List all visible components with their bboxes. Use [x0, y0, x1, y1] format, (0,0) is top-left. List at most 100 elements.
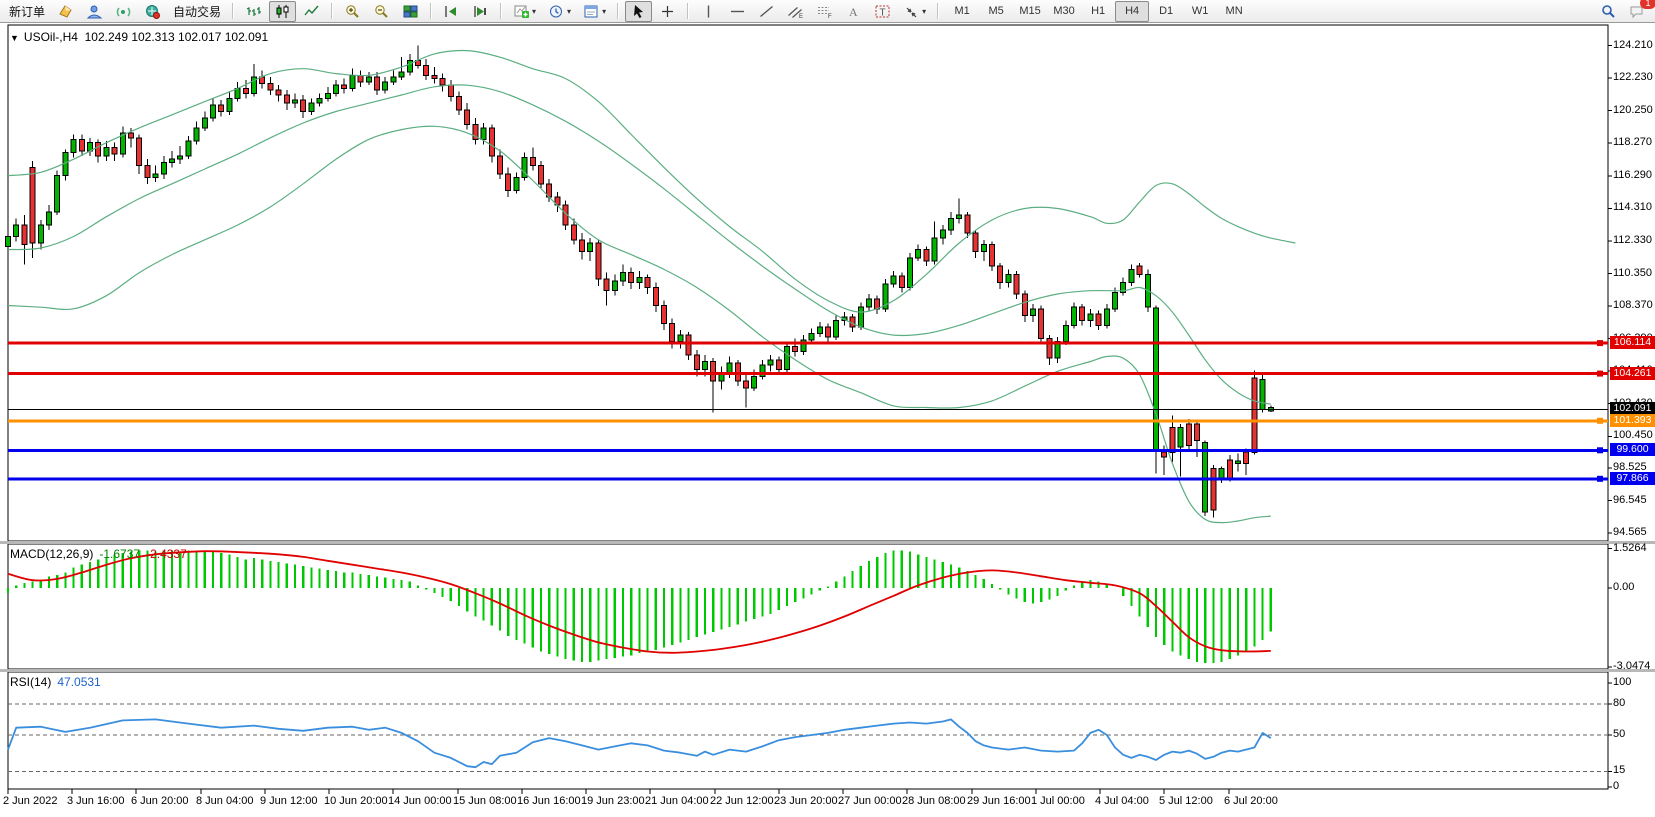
- price-axis-label: 96.545: [1613, 494, 1647, 506]
- chevron-down-icon: ▾: [567, 7, 571, 16]
- time-axis-label: 3 Jun 16:00: [67, 795, 125, 807]
- collapse-triangle-icon[interactable]: ▼: [10, 33, 19, 43]
- symbol-period-label: USOil-,H4: [24, 30, 78, 44]
- time-axis-label: 23 Jun 20:00: [774, 795, 838, 807]
- trendline-button[interactable]: [753, 1, 780, 22]
- price-tag: 97.866: [1610, 472, 1655, 485]
- time-axis-label: 4 Jul 04:00: [1095, 795, 1149, 807]
- fibonacci-button[interactable]: F: [811, 1, 838, 22]
- price-axis-label: 124.210: [1613, 39, 1653, 51]
- autoscroll-button[interactable]: [438, 1, 465, 22]
- macd-indicator-label: MACD(12,26,9) -1.6737 -2.4337: [10, 547, 187, 561]
- timeframe-w1-button[interactable]: W1: [1183, 1, 1217, 22]
- price-tag: 106.114: [1610, 336, 1655, 349]
- macd-axis-label: 1.5264: [1613, 542, 1647, 554]
- timeframe-h1-button[interactable]: H1: [1081, 1, 1115, 22]
- gold-icon[interactable]: [52, 1, 79, 22]
- price-tag: 99.600: [1610, 443, 1655, 456]
- time-axis-label: 21 Jun 04:00: [645, 795, 709, 807]
- time-axis-label: 8 Jun 04:00: [196, 795, 254, 807]
- chart-shift-button[interactable]: [467, 1, 494, 22]
- timeframe-m1-button[interactable]: M1: [945, 1, 979, 22]
- cursor-button[interactable]: [625, 1, 652, 22]
- signals-icon[interactable]: [110, 1, 137, 22]
- new-order-button[interactable]: 新订单: [4, 1, 50, 22]
- macd-axis-label: -3.0474: [1613, 660, 1650, 672]
- timeframe-h4-button[interactable]: H4: [1115, 1, 1149, 22]
- time-axis-label: 28 Jun 08:00: [902, 795, 966, 807]
- rsi-axis-label: 15: [1613, 764, 1625, 776]
- price-tag: 104.261: [1610, 367, 1655, 380]
- arrows-button[interactable]: ▾: [898, 1, 931, 22]
- time-axis-label: 27 Jun 00:00: [838, 795, 902, 807]
- toolbar-separator: [331, 3, 333, 19]
- zoom-out-button[interactable]: [368, 1, 395, 22]
- timeframe-d1-button[interactable]: D1: [1149, 1, 1183, 22]
- price-axis-label: 120.250: [1613, 104, 1653, 116]
- timeframe-m5-button[interactable]: M5: [979, 1, 1013, 22]
- time-axis-label: 15 Jun 08:00: [453, 795, 517, 807]
- toolbar-separator: [232, 3, 234, 19]
- zoom-in-button[interactable]: [339, 1, 366, 22]
- toolbar-separator: [617, 3, 619, 19]
- time-axis-label: 1 Jul 00:00: [1031, 795, 1085, 807]
- autotrade-button[interactable]: 自动交易: [168, 1, 226, 22]
- time-axis-label: 6 Jul 20:00: [1224, 795, 1278, 807]
- macd-name: MACD(12,26,9): [10, 547, 93, 561]
- price-axis-label: 108.370: [1613, 299, 1653, 311]
- timeframe-m15-button[interactable]: M15: [1013, 1, 1047, 22]
- candlestick-chart-button[interactable]: [269, 1, 296, 22]
- rsi-axis-label: 50: [1613, 728, 1625, 740]
- label-button[interactable]: T: [869, 1, 896, 22]
- price-axis-label: 116.290: [1613, 169, 1652, 181]
- time-axis-label: 29 Jun 16:00: [967, 795, 1031, 807]
- toolbar-separator: [430, 3, 432, 19]
- price-tag: 101.393: [1610, 414, 1655, 427]
- time-axis-label: 22 Jun 12:00: [710, 795, 774, 807]
- crosshair-button[interactable]: [654, 1, 681, 22]
- notifications-button[interactable]: 1: [1624, 1, 1651, 22]
- macd-axis-label: 0.00: [1613, 581, 1634, 593]
- chevron-down-icon: ▾: [922, 7, 926, 16]
- toolbar-separator: [937, 3, 939, 19]
- rsi-axis-label: 0: [1613, 780, 1619, 792]
- rsi-name: RSI(14): [10, 675, 51, 689]
- rsi-axis-label: 80: [1613, 697, 1625, 709]
- time-axis-label: 2 Jun 2022: [3, 795, 57, 807]
- line-chart-button[interactable]: [298, 1, 325, 22]
- price-axis-label: 94.565: [1613, 526, 1647, 538]
- timeframe-mn-button[interactable]: MN: [1217, 1, 1251, 22]
- price-axis-label: 100.450: [1613, 429, 1653, 441]
- timeframe-m30-button[interactable]: M30: [1047, 1, 1081, 22]
- rsi-indicator-label: RSI(14)47.0531: [10, 675, 101, 689]
- vline-button[interactable]: [695, 1, 722, 22]
- text-button[interactable]: A: [840, 1, 867, 22]
- chart-canvas[interactable]: [0, 24, 1655, 817]
- tile-windows-button[interactable]: [397, 1, 424, 22]
- chevron-down-icon: ▾: [602, 7, 606, 16]
- svg-text:E: E: [799, 14, 803, 19]
- price-axis-label: 112.330: [1613, 234, 1652, 246]
- channel-button[interactable]: E: [782, 1, 809, 22]
- price-axis-label: 118.270: [1613, 136, 1652, 148]
- search-icon[interactable]: [1595, 1, 1622, 22]
- account-icon[interactable]: [81, 1, 108, 22]
- notification-badge: 1: [1640, 0, 1655, 9]
- periods-button[interactable]: ▾: [543, 1, 576, 22]
- time-axis-label: 6 Jun 20:00: [131, 795, 189, 807]
- macd-signal-value: -2.4337: [146, 547, 187, 561]
- market-icon[interactable]: [139, 1, 166, 22]
- price-axis-label: 122.230: [1613, 71, 1653, 83]
- price-axis-label: 114.310: [1613, 201, 1652, 213]
- hline-button[interactable]: [724, 1, 751, 22]
- chart-window[interactable]: 124.210 122.230 120.250 118.270 116.290 114.3…: [0, 24, 1655, 817]
- templates-button[interactable]: ▾: [578, 1, 611, 22]
- add-indicator-button[interactable]: ▾: [508, 1, 541, 22]
- ohlc-values: 102.249 102.313 102.017 102.091: [85, 30, 269, 44]
- chart-title: ▼ USOil-,H4 102.249 102.313 102.017 102.0…: [10, 30, 268, 44]
- macd-value: -1.6737: [99, 547, 140, 561]
- svg-text:T: T: [880, 7, 886, 18]
- time-axis-label: 14 Jun 00:00: [388, 795, 452, 807]
- bar-chart-button[interactable]: [240, 1, 267, 22]
- chevron-down-icon: ▾: [532, 7, 536, 16]
